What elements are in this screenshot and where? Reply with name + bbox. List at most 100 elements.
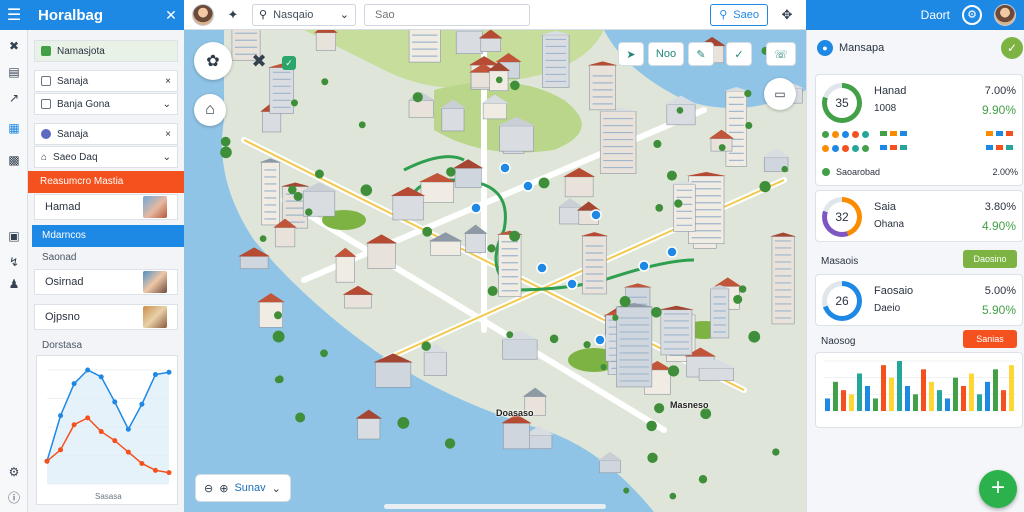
stat-card[interactable]: 35 Hanad 7.00% 1008 9.90% Saoarobad 2.00… — [815, 74, 1023, 186]
city-map[interactable]: ✿ ⌂ ✖ ✓ ➤ Noo ✎ ✓ ☏ ▭ Doasaso Masneso ⊖ … — [184, 30, 806, 512]
list-icon[interactable]: ▤ — [6, 64, 22, 80]
chevron-down-icon[interactable]: ⌄ — [163, 152, 171, 163]
section-header-orange[interactable]: Reasumcro Mastia — [28, 171, 184, 193]
legend-dot — [862, 131, 869, 138]
zoom-control[interactable]: ⊖ ⊕ Sunav ⌄ — [195, 474, 291, 502]
map-scrollbar[interactable] — [384, 504, 606, 509]
user-icon[interactable]: ♟ — [6, 276, 22, 292]
legend-row: Saoarobad 2.00% — [822, 167, 1018, 177]
bar — [889, 377, 894, 411]
layer-row[interactable]: Banja Gona ⌄ — [34, 93, 178, 115]
data-point — [98, 429, 104, 435]
check-chip-icon[interactable]: ✓ — [726, 42, 752, 66]
building — [367, 243, 396, 269]
layer-row[interactable]: Namasjota — [34, 40, 178, 62]
paw-marker-button[interactable]: ✿ — [194, 42, 232, 80]
tree — [487, 244, 496, 253]
zoom-out-icon[interactable]: ⊖ — [204, 482, 213, 495]
image-icon[interactable]: ▣ — [6, 228, 22, 244]
building — [559, 206, 582, 225]
tree — [646, 420, 657, 432]
route-icon[interactable]: ↯ — [6, 254, 22, 270]
location-select[interactable]: ⚲ Nasqaio ⌄ — [252, 3, 356, 26]
checkbox[interactable] — [41, 76, 51, 86]
app-header: ☰ Horalbag ✕ — [0, 0, 184, 30]
map-chip-1[interactable]: Noo — [648, 42, 684, 66]
stats-icon[interactable]: ▩ — [6, 152, 22, 168]
data-point — [71, 381, 77, 387]
building — [503, 422, 530, 450]
radio-dot[interactable] — [41, 129, 51, 139]
list-item[interactable]: Osirnad — [34, 269, 178, 295]
stat-card[interactable]: 32 Saia 3.80% Ohana 4.90% — [815, 190, 1023, 242]
building — [502, 339, 538, 360]
map-canvas[interactable] — [184, 30, 806, 512]
close-small-icon[interactable]: × — [165, 76, 171, 87]
phone-chip-icon[interactable]: ☏ — [766, 42, 796, 66]
tree — [623, 487, 630, 494]
checkmark-icon[interactable]: ✓ — [1001, 37, 1023, 59]
search-input[interactable] — [364, 3, 530, 26]
profile-avatar[interactable] — [994, 4, 1016, 26]
settings-icon[interactable]: ⚙ — [6, 464, 22, 480]
building — [357, 418, 381, 440]
map-icon[interactable]: ▦ — [6, 120, 22, 136]
close-icon[interactable]: ✕ — [158, 7, 184, 24]
building — [660, 309, 693, 356]
tools-icon[interactable]: ✖ — [6, 38, 22, 54]
tree — [320, 349, 328, 358]
badge-icon[interactable]: ✓ — [282, 56, 296, 70]
search-button[interactable]: ⚲ Saeo — [710, 3, 768, 26]
right-panel: ● Mansapa ✓ 35 Hanad 7.00% 1008 9.90% Sa… — [806, 30, 1024, 512]
data-point — [152, 467, 158, 473]
screen-button[interactable]: ▭ — [764, 78, 796, 110]
chart-icon[interactable]: ↗ — [6, 90, 22, 106]
home-button[interactable]: ⌂ — [194, 94, 226, 126]
edit-chip-icon[interactable]: ✎ — [688, 42, 714, 66]
stat-card[interactable]: 26 Faosaio 5.00% Daeio 5.90% — [815, 274, 1023, 326]
orange-action-button[interactable]: Sanias — [963, 330, 1017, 348]
bar — [985, 381, 990, 411]
section-header-blue[interactable]: Mdarncos — [32, 225, 184, 247]
checkbox[interactable] — [41, 46, 51, 56]
data-point — [152, 372, 158, 378]
gear-icon[interactable]: ⚙ — [962, 5, 982, 25]
hamburger-menu-icon[interactable]: ☰ — [0, 5, 28, 25]
building — [673, 184, 696, 232]
chevron-down-icon[interactable]: ⌄ — [163, 99, 171, 110]
list-item[interactable]: Ojpsno — [34, 304, 178, 330]
layer-row[interactable]: Sanaja × — [34, 123, 178, 145]
info-icon[interactable]: ⓘ — [6, 490, 22, 506]
bar — [825, 398, 830, 411]
tree — [422, 226, 433, 237]
building — [564, 176, 594, 198]
data-point — [58, 413, 64, 419]
checkbox[interactable] — [41, 99, 51, 109]
fullscreen-icon[interactable]: ✥ — [776, 4, 798, 26]
thumbnail-image — [143, 271, 167, 293]
tree — [446, 167, 456, 177]
chevron-down-icon[interactable]: ⌄ — [272, 482, 281, 495]
building — [599, 460, 621, 474]
legend-dot — [842, 131, 849, 138]
location-chip-icon[interactable]: ➤ — [618, 42, 644, 66]
building — [616, 306, 653, 388]
tree — [669, 492, 677, 500]
tree — [647, 452, 658, 463]
green-action-button[interactable]: Daosino — [963, 250, 1017, 268]
close-small-icon[interactable]: × — [165, 129, 171, 140]
layer-row[interactable]: Sanaja × — [34, 70, 178, 92]
list-item-label[interactable]: Saonad — [42, 252, 76, 263]
right-header: Daort ⚙ — [806, 0, 1024, 30]
tree — [290, 99, 299, 107]
layer-row[interactable]: ⌂ Saeo Daq ⌄ — [34, 146, 178, 168]
list-item[interactable]: Hamad — [34, 194, 178, 220]
user-avatar[interactable] — [192, 3, 214, 26]
layers-icon[interactable]: ✦ — [222, 4, 244, 26]
add-button[interactable]: + — [979, 470, 1017, 508]
zoom-in-icon[interactable]: ⊕ — [219, 482, 228, 495]
legend-swatch — [880, 131, 887, 136]
tree — [733, 294, 743, 304]
building-roof — [257, 293, 285, 303]
measure-icon[interactable]: ✖ — [248, 50, 270, 72]
